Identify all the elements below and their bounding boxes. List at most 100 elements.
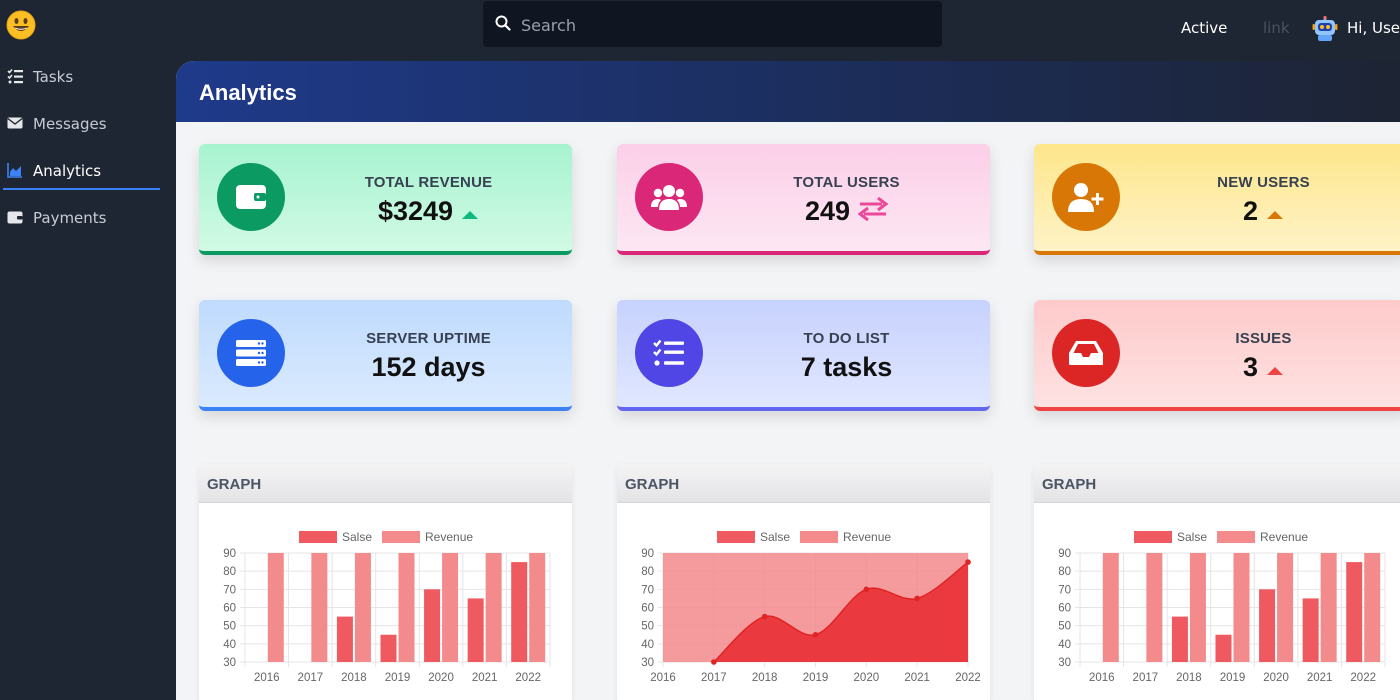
x-tick-label: 2022: [1350, 672, 1376, 684]
graph-title: GRAPH: [207, 476, 262, 493]
card-label: ISSUES: [1235, 330, 1292, 347]
total-users-card[interactable]: TOTAL USERS 249: [617, 144, 990, 255]
graph-header: GRAPH: [617, 464, 990, 503]
point-salse: [965, 559, 971, 565]
bar-salse: [380, 634, 397, 662]
card-value-wrap: 3: [1120, 352, 1400, 384]
nav-link[interactable]: link: [1263, 19, 1290, 37]
y-tick-label: 50: [1058, 621, 1071, 633]
point-salse: [812, 631, 819, 638]
search-bar[interactable]: Search: [483, 1, 942, 47]
legend-swatch: [1134, 531, 1172, 543]
server-uptime-card[interactable]: SERVER UPTIME 152 days: [199, 300, 572, 411]
y-tick-label: 30: [641, 657, 654, 669]
trend-up-icon: [1266, 353, 1284, 384]
robot-avatar-icon[interactable]: [1312, 16, 1338, 42]
legend-label: Revenue: [425, 530, 473, 544]
x-tick-label: 2020: [428, 672, 454, 684]
bar-salse: [1171, 616, 1188, 662]
graph-panel-1: GRAPH Salse Revenue 30 40 50 60 70 80 90 2016 2017…: [199, 464, 572, 700]
bar-revenue: [1277, 553, 1294, 662]
x-tick-label: 2020: [854, 672, 880, 684]
legend-label: Revenue: [843, 530, 891, 544]
nav-active-link[interactable]: Active: [1181, 19, 1227, 37]
x-tick-label: 2019: [1220, 672, 1246, 684]
x-tick-label: 2020: [1263, 672, 1289, 684]
tasks-icon: [7, 68, 23, 84]
legend-swatch: [299, 531, 337, 543]
user-greeting[interactable]: Hi, User: [1347, 19, 1400, 37]
page-header: Analytics: [176, 61, 1400, 122]
x-tick-label: 2022: [955, 672, 981, 684]
card-label: TOTAL REVENUE: [364, 174, 493, 191]
x-tick-label: 2021: [1307, 672, 1333, 684]
sidebar-item-label: Payments: [33, 209, 107, 227]
sidebar-item-payments[interactable]: Payments: [0, 197, 160, 237]
x-tick-label: 2021: [904, 672, 930, 684]
point-salse: [761, 613, 768, 620]
todo-list-card[interactable]: TO DO LIST 7 tasks: [617, 300, 990, 411]
bar-salse: [511, 562, 528, 662]
legend-label: Salse: [1177, 530, 1207, 544]
y-tick-label: 80: [1058, 566, 1071, 578]
legend-label: Revenue: [1260, 530, 1308, 544]
y-tick-label: 90: [1058, 548, 1071, 560]
y-tick-label: 40: [1058, 639, 1071, 651]
bar-revenue: [354, 553, 371, 662]
bar-salse: [1215, 634, 1232, 662]
y-tick-label: 50: [641, 621, 654, 633]
legend-swatch: [382, 531, 420, 543]
bar-salse: [1302, 598, 1319, 662]
card-label: SERVER UPTIME: [366, 330, 491, 347]
bar-revenue: [1320, 553, 1337, 662]
legend-swatch: [1217, 531, 1255, 543]
bar-revenue: [1146, 553, 1163, 662]
main-content: Analytics TOTAL REVENUE $3249 TOTAL USER…: [176, 61, 1400, 700]
tasks-icon: [635, 319, 703, 387]
top-bar: Search Active link Hi, User: [0, 0, 1400, 56]
legend-label: Salse: [342, 530, 372, 544]
bar-revenue: [1364, 553, 1381, 662]
exchange-icon: [857, 197, 889, 228]
sidebar-item-tasks[interactable]: Tasks: [0, 56, 160, 96]
card-label: NEW USERS: [1217, 174, 1310, 191]
issues-card[interactable]: ISSUES 3: [1034, 300, 1400, 411]
bar-revenue: [267, 553, 284, 662]
total-revenue-card[interactable]: TOTAL REVENUE $3249: [199, 144, 572, 255]
y-tick-label: 70: [641, 584, 654, 596]
y-tick-label: 60: [223, 603, 236, 615]
sidebar-item-label: Messages: [33, 115, 107, 133]
search-input[interactable]: Search: [521, 16, 576, 35]
page-title: Analytics: [199, 80, 297, 105]
smiley-logo-icon[interactable]: [6, 10, 36, 40]
bar-revenue: [311, 553, 328, 662]
point-salse: [863, 586, 870, 593]
graph-header: GRAPH: [199, 464, 572, 503]
bar-salse: [424, 589, 441, 662]
new-users-card[interactable]: NEW USERS 2: [1034, 144, 1400, 255]
bar-revenue: [529, 553, 546, 662]
graph-title: GRAPH: [1042, 476, 1097, 493]
wallet-icon: [7, 211, 23, 224]
y-tick-label: 40: [641, 639, 654, 651]
x-tick-label: 2016: [1089, 672, 1115, 684]
sidebar: Tasks Messages Analytics Payments: [0, 56, 176, 700]
graph-header: GRAPH: [1034, 464, 1400, 503]
bar-revenue: [442, 553, 459, 662]
bar-chart: Salse Revenue 30 40 50 60 70 80 90 2016 2017 2018 20…: [223, 530, 551, 684]
bar-revenue: [398, 553, 415, 662]
sidebar-item-label: Tasks: [33, 68, 74, 86]
graph-panel-2: GRAPH Salse Revenue 30 40 50 60 70 80 90 2016 2017…: [617, 464, 990, 700]
bar-revenue: [1189, 553, 1206, 662]
x-tick-label: 2017: [701, 672, 727, 684]
legend-label: Salse: [760, 530, 790, 544]
card-label: TO DO LIST: [803, 330, 890, 347]
card-value: 2: [1242, 196, 1259, 226]
bar-revenue: [485, 553, 502, 662]
sidebar-item-analytics[interactable]: Analytics: [3, 150, 160, 190]
search-icon: [495, 15, 511, 31]
wallet-icon: [217, 163, 285, 231]
sidebar-item-messages[interactable]: Messages: [0, 103, 160, 143]
card-value: 3: [1242, 352, 1259, 382]
x-tick-label: 2018: [1176, 672, 1202, 684]
